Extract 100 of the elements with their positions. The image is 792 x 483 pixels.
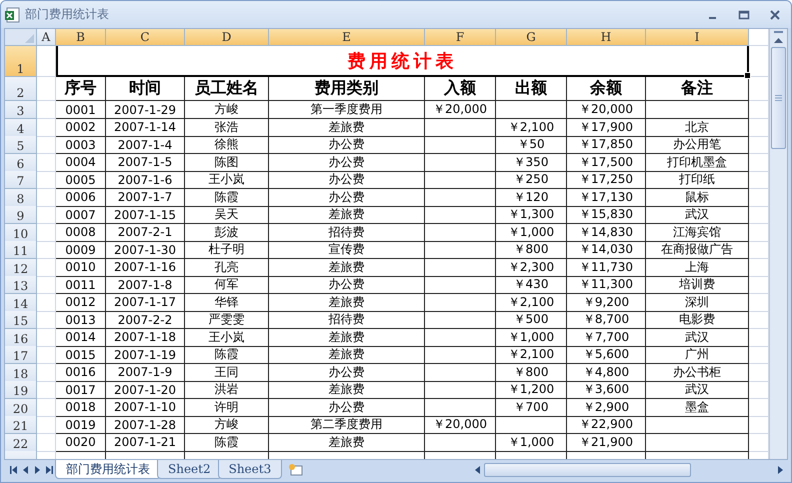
column-header[interactable]: D [185, 29, 269, 46]
table-cell: 差旅费 [269, 434, 425, 452]
row-header[interactable]: 22 [5, 434, 37, 452]
empty-cell [425, 381, 496, 399]
grid-cell [37, 328, 56, 346]
row-header[interactable]: 2 [5, 77, 37, 101]
table-cell: 墨盒 [646, 398, 749, 416]
table-cell: 张浩 [185, 118, 269, 136]
row-header[interactable]: 12 [5, 258, 37, 276]
table-cell: 0003 [56, 136, 106, 154]
table-cell: ￥17,130 [567, 188, 646, 206]
row-header[interactable]: 21 [5, 416, 37, 434]
table-cell: 0018 [56, 398, 106, 416]
grid-cell [37, 381, 56, 399]
table-cell: ￥2,900 [567, 398, 646, 416]
table-cell: ￥17,850 [567, 136, 646, 154]
scroll-up-icon[interactable] [774, 31, 783, 45]
close-icon[interactable] [769, 8, 781, 20]
table-cell: 2007-1-8 [106, 276, 185, 294]
table-cell: 严雯雯 [185, 311, 269, 329]
table-cell: 0001 [56, 101, 106, 119]
table-cell: 2007-1-20 [106, 381, 185, 399]
table-cell: 打印机墨盒 [646, 154, 749, 172]
scroll-right-icon[interactable] [777, 466, 784, 474]
grid-cell [37, 276, 56, 294]
row-header[interactable]: 5 [5, 136, 37, 154]
vertical-scroll-thumb[interactable] [771, 47, 786, 149]
previous-sheet-icon[interactable] [22, 466, 29, 474]
row-header[interactable]: 8 [5, 188, 37, 206]
table-cell: 深圳 [646, 294, 749, 312]
table-cell: 彭波 [185, 224, 269, 242]
horizontal-scroll-thumb[interactable] [484, 462, 691, 476]
table-cell: ￥9,200 [567, 294, 646, 312]
table-cell: ￥2,100 [496, 118, 567, 136]
grid-cell [37, 258, 56, 276]
empty-cell [425, 398, 496, 416]
row-header[interactable]: 11 [5, 241, 37, 259]
scroll-left-icon[interactable] [474, 466, 481, 474]
next-sheet-icon[interactable] [34, 466, 41, 474]
sheet-tab[interactable]: 部门费用统计表 [55, 460, 161, 479]
column-heading: 时间 [106, 77, 185, 101]
column-header[interactable]: F [425, 29, 496, 46]
column-header[interactable]: G [496, 29, 567, 46]
row-header[interactable]: 16 [5, 328, 37, 346]
empty-cell [425, 434, 496, 452]
row-header[interactable]: 14 [5, 294, 37, 312]
table-cell: 2007-1-18 [106, 328, 185, 346]
column-heading: 员工姓名 [185, 77, 269, 101]
column-header[interactable]: H [567, 29, 646, 46]
row-header[interactable]: 6 [5, 154, 37, 172]
sheet-tab[interactable]: Sheet2 [157, 460, 222, 479]
row-header[interactable]: 3 [5, 101, 37, 119]
grid-cell [37, 294, 56, 312]
table-cell: 0004 [56, 154, 106, 172]
table-cell: 华铎 [185, 294, 269, 312]
table-cell: 2007-1-30 [106, 241, 185, 259]
maximize-icon[interactable] [738, 8, 750, 20]
table-cell: ￥1,000 [496, 328, 567, 346]
row-header[interactable]: 17 [5, 346, 37, 364]
table-cell: 0014 [56, 328, 106, 346]
empty-cell [425, 241, 496, 259]
row-header[interactable]: 19 [5, 381, 37, 399]
table-cell: 江海宾馆 [646, 224, 749, 242]
table-cell: 2007-1-6 [106, 171, 185, 189]
table-cell: 2007-1-4 [106, 136, 185, 154]
row-header[interactable]: 1 [5, 46, 37, 77]
table-cell: 0011 [56, 276, 106, 294]
table-cell: 2007-1-7 [106, 188, 185, 206]
table-title: 费用统计表 [56, 46, 749, 77]
column-header[interactable]: B [56, 29, 106, 46]
table-cell: ￥700 [496, 398, 567, 416]
table-cell: 差旅费 [269, 381, 425, 399]
sheet-tab[interactable]: Sheet3 [218, 460, 282, 479]
column-header[interactable]: C [106, 29, 185, 46]
grid-cell [37, 346, 56, 364]
column-header[interactable]: E [269, 29, 425, 46]
row-header[interactable]: 4 [5, 118, 37, 136]
table-cell: ￥2,100 [496, 346, 567, 364]
row-header[interactable]: 7 [5, 171, 37, 189]
table-cell: 0013 [56, 311, 106, 329]
row-header[interactable]: 9 [5, 206, 37, 224]
table-cell: 2007-1-14 [106, 118, 185, 136]
table-cell: 孔亮 [185, 258, 269, 276]
column-header[interactable]: I [646, 29, 749, 46]
table-cell: 许明 [185, 398, 269, 416]
table-cell: 办公书柜 [646, 364, 749, 382]
new-sheet-icon[interactable] [288, 462, 304, 476]
row-header[interactable]: 13 [5, 276, 37, 294]
column-header[interactable]: A [37, 29, 56, 46]
row-header[interactable]: 10 [5, 224, 37, 242]
row-header[interactable]: 15 [5, 311, 37, 329]
first-sheet-icon[interactable] [10, 466, 17, 474]
table-cell: 2007-2-2 [106, 311, 185, 329]
last-sheet-icon[interactable] [46, 466, 53, 474]
column-heading: 费用类别 [269, 77, 425, 101]
row-header[interactable]: 18 [5, 364, 37, 382]
table-cell: 招待费 [269, 311, 425, 329]
table-cell: ￥22,900 [567, 416, 646, 434]
table-cell: 王小岚 [185, 328, 269, 346]
row-header[interactable]: 20 [5, 398, 37, 416]
